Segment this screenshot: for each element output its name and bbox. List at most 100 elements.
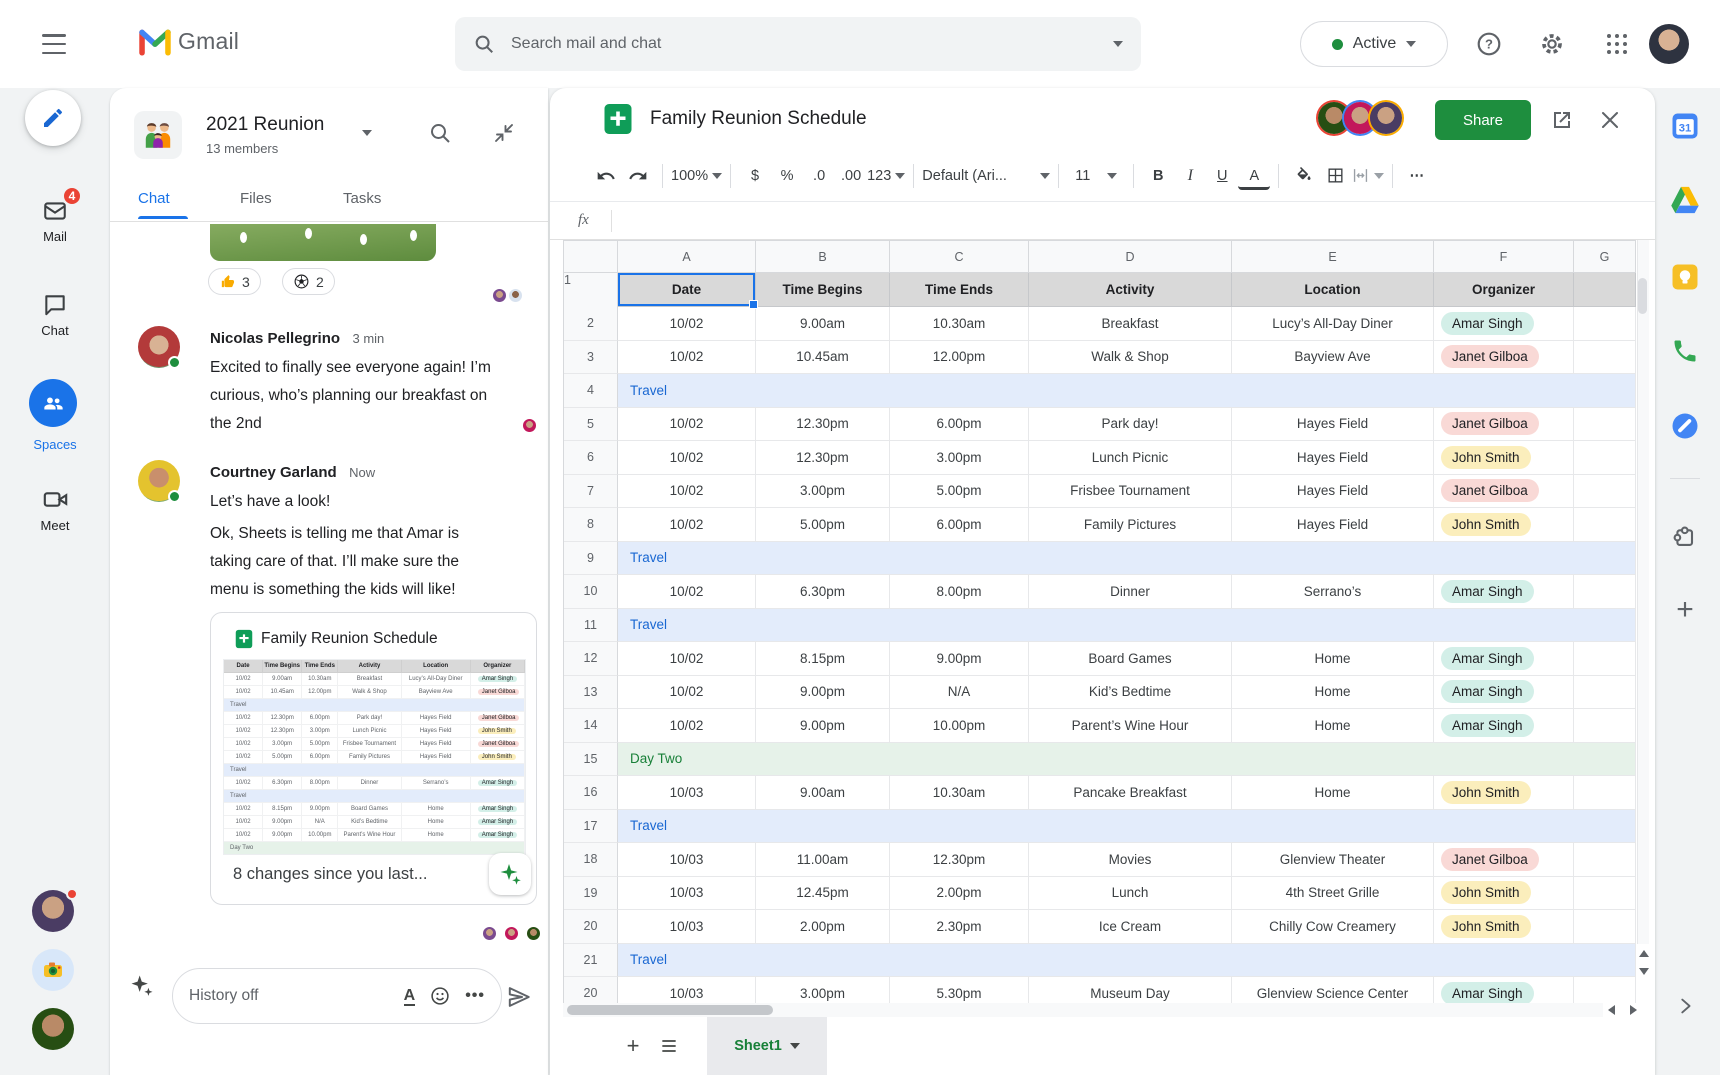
fill-color-icon[interactable] [1287,160,1319,192]
column-header-strip[interactable]: A B C D E F G [564,241,1636,273]
tab-files[interactable]: Files [240,190,272,207]
sidebar-item-chat[interactable]: Chat [0,292,110,338]
collapse-panel-icon[interactable] [492,121,516,145]
selected-cell-a1[interactable]: Date [618,273,758,309]
sheet-row[interactable]: 12 10/02 8.15pm 9.00pm Board Games Home Amar S… [564,642,1636,676]
horizontal-scrollbar[interactable] [563,1003,1603,1017]
status-selector[interactable]: Active [1300,21,1448,67]
gemini-sparkle-icon[interactable] [128,972,156,1000]
close-panel-icon[interactable] [1598,108,1622,132]
format-text-icon[interactable]: A [403,987,416,1006]
sheet-header-row[interactable]: 1 Date Time Begins Time Ends Activity Lo… [564,273,1636,309]
sheet-tab-sheet1[interactable]: Sheet1 [707,1017,827,1075]
spaces-label[interactable]: Spaces [0,437,110,452]
help-button[interactable]: ? [1469,24,1509,64]
search-bar[interactable]: Search mail and chat [455,17,1141,71]
more-formats-button[interactable]: 123 [867,160,906,192]
sidebar-item-mail[interactable]: 4 Mail [0,186,110,244]
calendar-icon[interactable]: 31 [1667,108,1703,144]
user-avatar[interactable] [1649,24,1689,64]
format-currency-button[interactable]: $ [739,160,771,192]
sheet-row-daytwo[interactable]: 15 Day Two [564,742,1636,776]
pinned-contact-avatar[interactable] [32,1008,74,1050]
horizontal-scrollbar-thumb[interactable] [567,1005,773,1015]
message-input[interactable]: History off [189,987,390,1005]
reaction-soccer[interactable]: 2 [282,268,335,295]
sheet-row[interactable]: 10 10/02 6.30pm 8.00pm Dinner Serrano’s Amar S… [564,575,1636,609]
add-sheet-button[interactable]: + [615,1028,651,1064]
scroll-up-arrow-icon[interactable] [1639,950,1649,957]
sheet-row[interactable]: 8 10/02 5.00pm 6.00pm Family Pictures Hayes F… [564,508,1636,542]
sheet-row[interactable]: 14 10/02 9.00pm 10.00pm Parent’s Wine Hour Ho… [564,709,1636,743]
sheet-row[interactable]: 5 10/02 12.30pm 6.00pm Park day! Hayes Field J… [564,407,1636,441]
more-options-icon[interactable]: ••• [465,987,485,1005]
open-in-new-icon[interactable] [1550,108,1574,132]
emoji-icon[interactable] [429,985,451,1007]
sheet-row[interactable]: 2 10/02 9.00am 10.30am Breakfast Lucy’s All-D… [564,307,1636,341]
chat-search-icon[interactable] [428,121,452,145]
sheet-row[interactable]: 3 10/02 10.45am 12.00pm Walk & Shop Bayview A… [564,340,1636,374]
format-percent-button[interactable]: % [771,160,803,192]
tasks-icon[interactable] [1667,408,1703,444]
sheet-row[interactable]: 19 10/03 12.45pm 2.00pm Lunch 4th Street Gril… [564,876,1636,910]
space-avatar[interactable] [134,111,182,159]
settings-gear-icon[interactable] [1532,24,1572,64]
sheet-row[interactable]: 13 10/02 9.00pm N/A Kid’s Bedtime Home Amar Si… [564,675,1636,709]
google-apps-grid-icon[interactable] [1597,24,1637,64]
sheet-row[interactable]: 16 10/03 9.00am 10.30am Pancake Breakfast Hom… [564,776,1636,810]
keep-icon[interactable] [1667,259,1703,295]
bold-button[interactable]: B [1142,160,1174,192]
text-color-button[interactable]: A [1238,166,1271,190]
sheet-row-travel[interactable]: 4 Travel [564,374,1636,408]
sidebar-item-spaces[interactable] [29,379,77,427]
underline-button[interactable]: U [1206,160,1238,192]
send-icon[interactable] [506,984,532,1010]
scroll-down-arrow-icon[interactable] [1639,968,1649,975]
tab-chat[interactable]: Chat [138,190,170,207]
font-selector[interactable]: Default (Ari... [922,160,1051,192]
reaction-thumbs-up[interactable]: 3 [208,268,261,295]
search-input[interactable]: Search mail and chat [511,35,1113,53]
sheet-row[interactable]: 6 10/02 12.30pm 3.00pm Lunch Picnic Hayes Fie… [564,441,1636,475]
sheet-row-travel[interactable]: 9 Travel [564,541,1636,575]
vertical-scrollbar[interactable] [1637,240,1649,944]
expand-rail-chevron-icon[interactable] [1667,988,1703,1024]
pinned-space-avatar[interactable] [32,949,74,991]
message-sender[interactable]: Nicolas Pellegrino [210,330,340,347]
select-all-corner[interactable] [564,241,618,273]
spreadsheet-title[interactable]: Family Reunion Schedule [650,108,867,130]
add-panel-app-icon[interactable]: + [1667,592,1703,628]
decrease-decimal-button[interactable]: .0 [803,160,835,192]
scroll-left-arrow-icon[interactable] [1608,1005,1615,1015]
borders-icon[interactable] [1319,160,1351,192]
ai-summary-button[interactable] [489,853,531,895]
sheet-row-travel[interactable]: 11 Travel [564,608,1636,642]
message-sender[interactable]: Courtney Garland [210,464,337,481]
drive-icon[interactable] [1667,182,1703,218]
sidebar-item-meet[interactable]: Meet [0,486,110,533]
tab-tasks[interactable]: Tasks [343,190,381,207]
space-title[interactable]: 2021 Reunion [206,114,324,136]
collaborator-avatar[interactable] [1370,102,1402,134]
extensions-puzzle-icon[interactable] [1667,517,1703,553]
font-size-selector[interactable]: 11 [1067,160,1125,192]
voice-phone-icon[interactable] [1667,333,1703,369]
compose-button[interactable] [25,90,81,146]
undo-icon[interactable] [590,160,622,192]
sheets-file-card[interactable]: Family Reunion Schedule Date Time Begins T… [210,612,537,905]
toolbar-more-icon[interactable]: ⋯ [1401,160,1433,192]
merge-cells-icon[interactable] [1351,160,1385,192]
all-sheets-icon[interactable] [651,1028,687,1064]
sheet-row[interactable]: 7 10/02 3.00pm 5.00pm Frisbee Tournament Haye… [564,474,1636,508]
space-menu-chevron-icon[interactable] [362,130,372,136]
italic-button[interactable]: I [1174,160,1206,192]
sheet-row[interactable]: 18 10/03 11.00am 12.30pm Movies Glenview Thea… [564,843,1636,877]
message-composer[interactable]: History off A ••• [172,968,502,1024]
redo-icon[interactable] [622,160,654,192]
sheet-row-travel[interactable]: 17 Travel [564,809,1636,843]
formula-bar[interactable]: fx [550,202,1655,240]
share-button[interactable]: Share [1435,100,1531,140]
vertical-scrollbar-thumb[interactable] [1638,278,1647,314]
photo-message[interactable] [210,224,436,261]
scroll-right-arrow-icon[interactable] [1630,1005,1637,1015]
